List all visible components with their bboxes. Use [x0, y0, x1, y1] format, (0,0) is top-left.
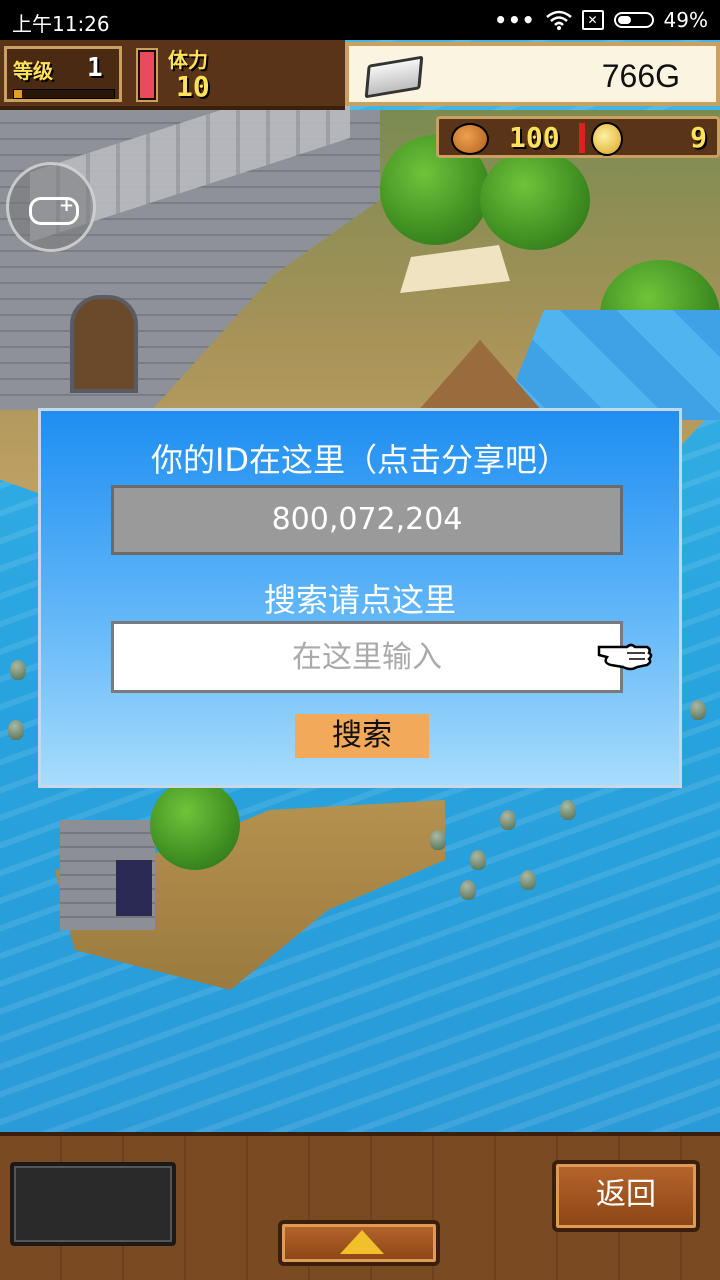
- tree: [150, 780, 240, 870]
- status-bar: 上午11:26 ••• ✕ 49%: [0, 0, 720, 40]
- medal-value: 9: [690, 121, 707, 154]
- tower: [60, 820, 155, 930]
- silver-bar-icon: [364, 55, 424, 99]
- battery-percent: 49%: [663, 8, 708, 32]
- dialog-title[interactable]: 你的ID在这里（点击分享吧）: [41, 435, 679, 481]
- exp-bar: [13, 89, 115, 99]
- gamepad-button[interactable]: +: [6, 162, 96, 252]
- back-button[interactable]: 返回: [552, 1160, 700, 1232]
- sea-rock: [690, 700, 706, 720]
- plus-icon: +: [59, 195, 75, 216]
- battery-level: [617, 16, 632, 24]
- wifi-icon: [545, 10, 572, 30]
- gold-value: 766G: [601, 58, 680, 94]
- coin-icon: [591, 122, 623, 156]
- level-box[interactable]: 等级 1: [4, 46, 122, 102]
- sea-rock: [500, 810, 516, 830]
- battery-icon: [613, 12, 654, 28]
- search-input[interactable]: [111, 621, 623, 693]
- more-icon: •••: [494, 8, 536, 32]
- stamina-gauge: [136, 48, 158, 102]
- sea-rock: [520, 870, 536, 890]
- level-value: 1: [87, 53, 103, 83]
- id-search-dialog: 你的ID在这里（点击分享吧） 800,072,204 搜索请点这里 搜索: [38, 408, 682, 788]
- pointing-hand-icon: [597, 643, 653, 671]
- sea-rock: [560, 800, 576, 820]
- status-time: 上午11:26: [12, 12, 110, 36]
- resource-panel: 100 9: [436, 116, 720, 158]
- gold-panel: 766G: [345, 42, 720, 106]
- expand-menu-button[interactable]: [278, 1220, 440, 1266]
- status-icons: ••• ✕ 49%: [494, 8, 708, 32]
- sea-rock: [8, 720, 24, 740]
- food-icon: [451, 123, 489, 155]
- tower-banner: [116, 860, 152, 916]
- player-id-box[interactable]: 800,072,204: [111, 485, 623, 555]
- food-value: 100: [509, 121, 560, 154]
- bottom-bar: 返回: [0, 1132, 720, 1280]
- search-label: 搜索请点这里: [263, 581, 456, 619]
- stamina-label: 体力: [168, 48, 208, 72]
- food-bar: [579, 123, 585, 153]
- sim-icon: ✕: [581, 10, 604, 30]
- up-arrow-icon: [340, 1230, 384, 1254]
- level-label: 等级: [13, 59, 53, 83]
- stamina-value: 10: [176, 70, 210, 103]
- tree: [480, 150, 590, 250]
- sea-rock: [470, 850, 486, 870]
- sea-rock: [430, 830, 446, 850]
- castle-gate: [70, 295, 138, 393]
- sea-rock: [460, 880, 476, 900]
- empty-slot[interactable]: [10, 1162, 176, 1246]
- search-button[interactable]: 搜索: [295, 714, 429, 758]
- hud-status-panel: 等级 1 体力 10: [0, 40, 345, 110]
- sea-rock: [10, 660, 26, 680]
